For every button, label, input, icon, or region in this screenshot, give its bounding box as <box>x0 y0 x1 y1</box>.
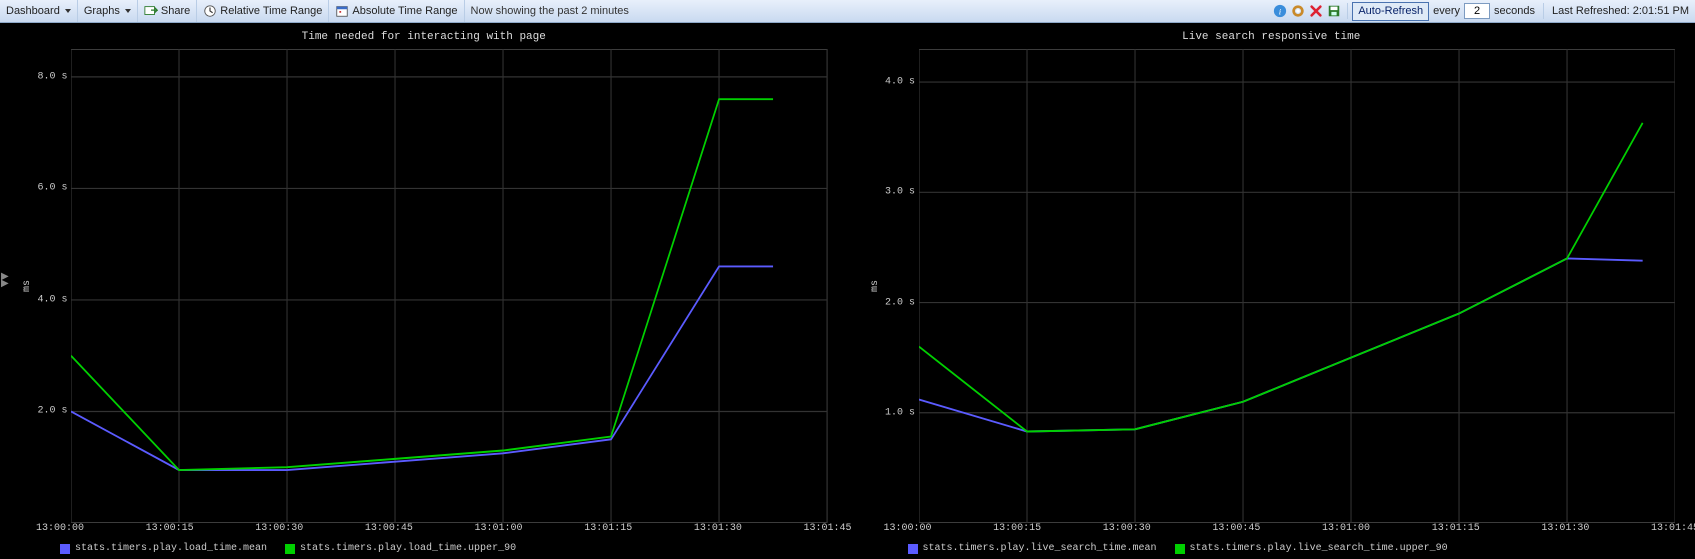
plot-area: ms1.0 s 2.0 s 3.0 s 4.0 s <box>868 49 1676 523</box>
settings-icon[interactable] <box>1291 4 1305 18</box>
x-tick-label: 13:00:00 <box>883 523 931 534</box>
y-ticks: 2.0 s 4.0 s 6.0 s 8.0 s <box>35 49 71 523</box>
legend-label: stats.timers.play.live_search_time.upper… <box>1190 543 1448 554</box>
x-tick-label: 13:00:30 <box>1103 523 1151 534</box>
legend-swatch <box>1175 544 1185 554</box>
y-tick-label: 2.0 s <box>885 297 915 308</box>
chart-series-line <box>919 123 1643 432</box>
x-tick-label: 13:01:45 <box>1651 523 1695 534</box>
x-tick-label: 13:00:30 <box>255 523 303 534</box>
x-tick-label: 13:01:00 <box>475 523 523 534</box>
absolute-time-button[interactable]: Absolute Time Range <box>329 0 464 22</box>
x-tick-label: 13:01:30 <box>694 523 742 534</box>
info-icon[interactable]: i <box>1273 4 1287 18</box>
y-tick-label: 8.0 s <box>37 71 67 82</box>
legend-label: stats.timers.play.load_time.upper_90 <box>300 543 516 554</box>
x-ticks: 13:00:0013:00:1513:00:3013:00:4513:01:00… <box>908 523 1676 537</box>
auto-refresh-button[interactable]: Auto-Refresh <box>1352 2 1429 21</box>
caret-down-icon <box>65 9 71 13</box>
now-showing-label: Now showing the past 2 minutes <box>465 0 635 22</box>
share-label: Share <box>161 5 190 17</box>
last-refreshed-label: Last Refreshed: 2:01:51 PM <box>1552 5 1689 17</box>
x-tick-label: 13:01:30 <box>1541 523 1589 534</box>
x-tick-label: 13:00:45 <box>365 523 413 534</box>
y-ticks: 1.0 s 2.0 s 3.0 s 4.0 s <box>883 49 919 523</box>
chart-series-line <box>919 258 1643 431</box>
toolbar-left: Dashboard Graphs Share Relative Time Ran… <box>0 0 1271 22</box>
chart-series-line <box>71 99 773 470</box>
y-axis-label: ms <box>20 49 35 523</box>
chart-svg <box>919 49 1675 523</box>
save-icon[interactable] <box>1327 4 1341 18</box>
x-tick-label: 13:01:15 <box>1432 523 1480 534</box>
chart-svg <box>71 49 827 523</box>
relative-time-button[interactable]: Relative Time Range <box>197 0 329 22</box>
seconds-label: seconds <box>1494 5 1535 17</box>
y-tick-label: 2.0 s <box>37 406 67 417</box>
share-icon <box>144 4 158 18</box>
y-tick-label: 3.0 s <box>885 187 915 198</box>
relative-time-label: Relative Time Range <box>220 5 322 17</box>
graphs-menu[interactable]: Graphs <box>78 0 138 22</box>
graphs-menu-label: Graphs <box>84 5 120 17</box>
chart-panel-left: Time needed for interacting with page ms2… <box>0 23 848 559</box>
caret-down-icon <box>125 9 131 13</box>
legend-item: stats.timers.play.load_time.upper_90 <box>285 543 516 554</box>
legend-swatch <box>908 544 918 554</box>
expand-handle[interactable]: ▶▶ <box>0 267 7 293</box>
x-tick-label: 13:01:45 <box>803 523 851 534</box>
x-tick-label: 13:00:15 <box>146 523 194 534</box>
divider <box>1543 3 1544 19</box>
x-tick-label: 13:00:00 <box>36 523 84 534</box>
y-tick-label: 4.0 s <box>37 294 67 305</box>
chart-legend: stats.timers.play.live_search_time.mean s… <box>908 537 1676 554</box>
y-tick-label: 6.0 s <box>37 183 67 194</box>
chart-legend: stats.timers.play.load_time.mean stats.ti… <box>60 537 828 554</box>
delete-icon[interactable] <box>1309 4 1323 18</box>
x-tick-label: 13:01:15 <box>584 523 632 534</box>
chart-panel-right: Live search responsive time ms1.0 s 2.0 s 3… <box>848 23 1695 559</box>
charts-area: ▶▶ Time needed for interacting with page… <box>0 23 1695 559</box>
dashboard-menu[interactable]: Dashboard <box>0 0 78 22</box>
legend-label: stats.timers.play.load_time.mean <box>75 543 267 554</box>
legend-item: stats.timers.play.load_time.mean <box>60 543 267 554</box>
every-label: every <box>1433 5 1460 17</box>
chart-title: Live search responsive time <box>868 31 1676 43</box>
toolbar-right: i Auto-Refresh every seconds Last Refres… <box>1271 0 1695 22</box>
x-ticks: 13:00:0013:00:1513:00:3013:00:4513:01:00… <box>60 523 828 537</box>
y-tick-label: 4.0 s <box>885 77 915 88</box>
legend-item: stats.timers.play.live_search_time.upper… <box>1175 543 1448 554</box>
x-tick-label: 13:00:45 <box>1212 523 1260 534</box>
y-tick-label: 1.0 s <box>885 407 915 418</box>
toolbar: Dashboard Graphs Share Relative Time Ran… <box>0 0 1695 23</box>
x-tick-label: 13:01:00 <box>1322 523 1370 534</box>
legend-label: stats.timers.play.live_search_time.mean <box>923 543 1157 554</box>
chart-series-line <box>71 266 773 470</box>
absolute-time-label: Absolute Time Range <box>352 5 457 17</box>
x-tick-label: 13:00:15 <box>993 523 1041 534</box>
divider <box>1347 3 1348 19</box>
dashboard-menu-label: Dashboard <box>6 5 60 17</box>
legend-swatch <box>60 544 70 554</box>
legend-swatch <box>285 544 295 554</box>
share-button[interactable]: Share <box>138 0 197 22</box>
legend-item: stats.timers.play.live_search_time.mean <box>908 543 1157 554</box>
clock-icon <box>203 4 217 18</box>
chart-title: Time needed for interacting with page <box>20 31 828 43</box>
refresh-interval-input[interactable] <box>1464 3 1490 19</box>
calendar-icon <box>335 4 349 18</box>
y-axis-label: ms <box>868 49 883 523</box>
plot-area: ms2.0 s 4.0 s 6.0 s 8.0 s <box>20 49 828 523</box>
